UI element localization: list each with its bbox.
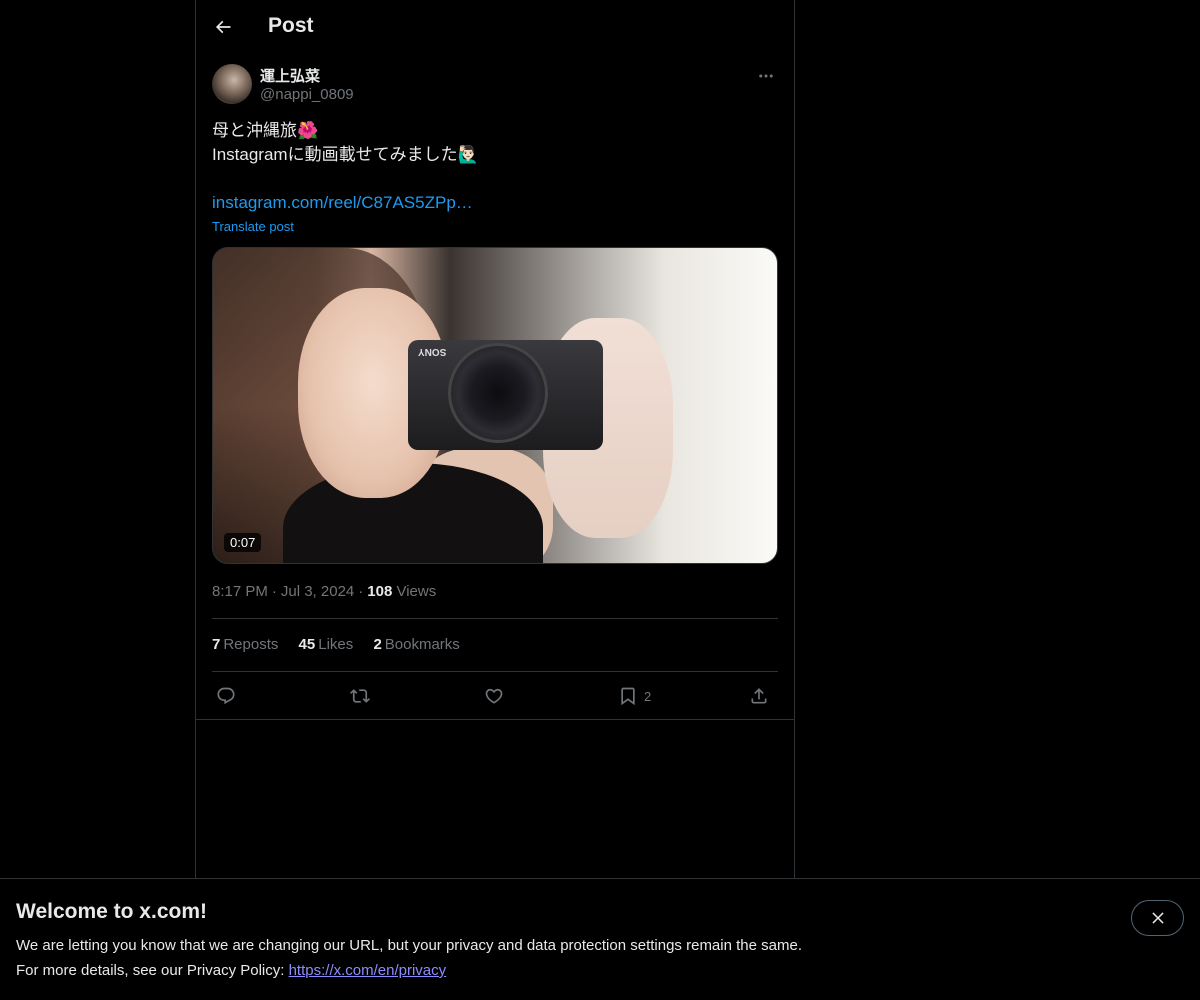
views-label: Views	[396, 583, 437, 600]
top-bar: Post	[196, 0, 794, 53]
bookmarks-count: 2	[373, 636, 382, 653]
close-banner-button[interactable]	[1131, 900, 1184, 936]
bookmark-count: 2	[644, 688, 652, 704]
post-column: Post 運上弘菜 @nappi_0809 母と沖縄旅🌺 Instagramに動…	[195, 0, 795, 878]
video-frame-lens	[448, 343, 548, 443]
post-author: 運上弘菜 @nappi_0809	[212, 64, 778, 108]
banner-message: We are letting you know that we are chan…	[16, 937, 802, 954]
video-duration-badge: 0:07	[224, 533, 262, 552]
share-button[interactable]	[749, 680, 769, 712]
banner-privacy-prefix: For more details, see our Privacy Policy…	[16, 962, 289, 979]
post-meta: 8:17 PM · Jul 3, 2024 · 108 Views	[212, 583, 437, 600]
banner-title: Welcome to x.com!	[16, 900, 207, 923]
banner-privacy-line: For more details, see our Privacy Policy…	[16, 962, 446, 979]
reposts-stat[interactable]: 7 Reposts	[212, 636, 278, 653]
more-dots-icon	[759, 74, 773, 78]
back-button[interactable]	[206, 10, 240, 44]
post-time[interactable]: 8:17 PM	[212, 583, 268, 600]
like-icon	[485, 688, 503, 704]
welcome-banner: Welcome to x.com! We are letting you kno…	[0, 878, 1200, 1000]
author-display-name[interactable]: 運上弘菜	[260, 65, 320, 86]
camera-brand-text: SONY	[418, 346, 447, 357]
bookmark-icon	[621, 687, 635, 706]
like-button[interactable]	[484, 680, 504, 712]
divider	[212, 671, 778, 672]
likes-stat[interactable]: 45 Likes	[299, 636, 354, 653]
close-icon	[1151, 912, 1164, 924]
post-text-line-2: Instagramに動画載せてみました🙋🏻‍♂️	[212, 145, 479, 164]
divider	[196, 719, 794, 720]
privacy-policy-link[interactable]: https://x.com/en/privacy	[289, 962, 447, 979]
reposts-count: 7	[212, 636, 221, 653]
bookmarks-stat[interactable]: 2 Bookmarks	[373, 636, 459, 653]
more-options-button[interactable]	[754, 64, 778, 88]
repost-button[interactable]	[350, 680, 370, 712]
views-count: 108	[367, 583, 393, 600]
likes-label: Likes	[318, 636, 354, 653]
post-video[interactable]: SONY 0:07	[212, 247, 778, 564]
post-text: 母と沖縄旅🌺 Instagramに動画載せてみました🙋🏻‍♂️	[212, 119, 778, 167]
avatar[interactable]	[212, 64, 252, 104]
bookmarks-label: Bookmarks	[384, 636, 460, 653]
author-handle[interactable]: @nappi_0809	[260, 86, 354, 103]
translate-post-link[interactable]: Translate post	[212, 219, 294, 234]
action-bar: 2	[212, 680, 778, 712]
post-date[interactable]: Jul 3, 2024	[281, 583, 354, 600]
back-arrow-icon	[215, 20, 231, 34]
reposts-label: Reposts	[223, 636, 279, 653]
post-stats: 7 Reposts 45 Likes 2 Bookmarks	[212, 636, 476, 653]
post-text-line-1: 母と沖縄旅🌺	[212, 121, 319, 140]
divider	[212, 618, 778, 619]
bookmark-button[interactable]: 2	[618, 680, 651, 712]
reply-button[interactable]	[216, 680, 236, 712]
reply-icon	[217, 687, 235, 705]
repost-icon	[350, 689, 370, 703]
page-title: Post	[268, 14, 314, 37]
post-link[interactable]: instagram.com/reel/C87AS5ZPp…	[212, 191, 473, 215]
likes-count: 45	[298, 636, 316, 653]
share-icon	[751, 688, 767, 704]
